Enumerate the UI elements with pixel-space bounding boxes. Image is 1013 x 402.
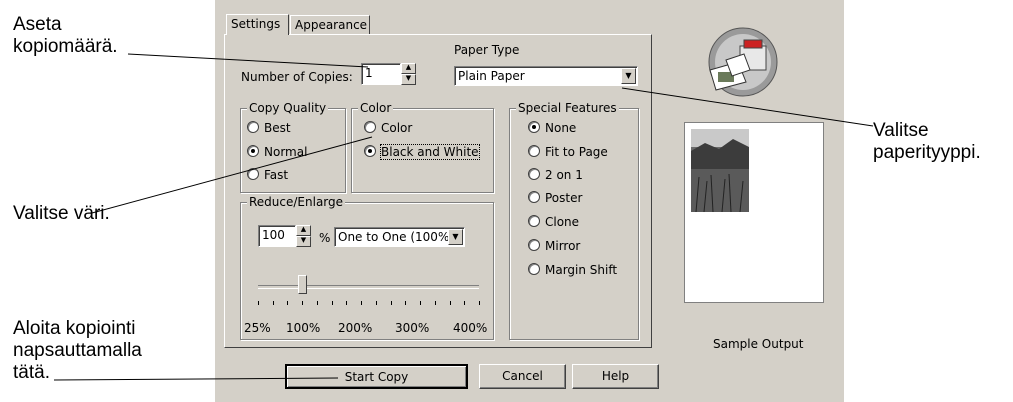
- callout-leader-lines: [53, 53, 874, 381]
- leader-start: [53, 377, 339, 381]
- tab-settings[interactable]: Settings: [226, 14, 289, 35]
- leader-paper: [621, 87, 874, 127]
- leader-copies: [127, 53, 369, 68]
- leader-color: [91, 136, 373, 214]
